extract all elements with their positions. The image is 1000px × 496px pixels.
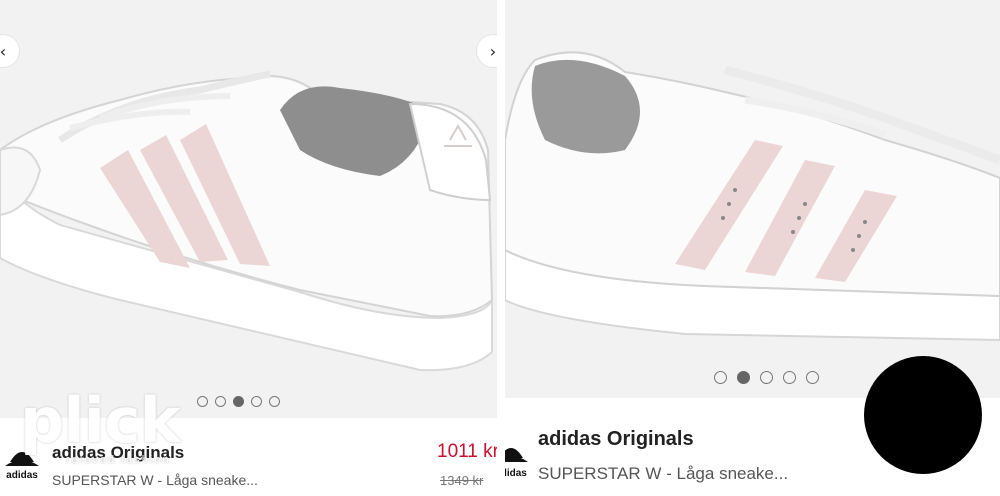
product-image-left[interactable] bbox=[0, 0, 497, 418]
carousel-dot[interactable] bbox=[197, 396, 208, 407]
product-name[interactable]: SUPERSTAR W - Låga sneake... bbox=[538, 464, 788, 484]
plick-watermark: plick reloved fashion bbox=[20, 384, 181, 467]
chevron-left-icon: ‹ bbox=[0, 41, 7, 61]
chevron-right-icon: › bbox=[489, 41, 497, 61]
carousel-dot[interactable] bbox=[806, 371, 819, 384]
original-price: 1349 kr bbox=[440, 473, 484, 488]
sale-price: 1011 kr bbox=[437, 441, 497, 462]
carousel-dot[interactable] bbox=[783, 371, 796, 384]
carousel-dot[interactable] bbox=[714, 371, 727, 384]
watermark-logo: plick bbox=[20, 384, 181, 457]
svg-text:adidas: adidas bbox=[505, 468, 527, 479]
product-name[interactable]: SUPERSTAR W - Låga sneake... bbox=[52, 472, 258, 488]
svg-text:adidas: adidas bbox=[6, 470, 38, 480]
adidas-trefoil-icon: adidas bbox=[505, 448, 528, 479]
carousel-dots[interactable] bbox=[197, 396, 280, 407]
watermark-tagline: reloved fashion bbox=[66, 454, 171, 466]
sneaker-image bbox=[0, 70, 494, 372]
product-image-right[interactable] bbox=[505, 0, 1000, 398]
carousel-dot[interactable] bbox=[269, 396, 280, 407]
sneaker-image bbox=[505, 51, 1000, 342]
brand-name[interactable]: adidas Originals bbox=[538, 428, 694, 451]
carousel-dot-active[interactable] bbox=[737, 371, 750, 384]
redaction-circle bbox=[864, 356, 982, 474]
carousel-dot[interactable] bbox=[760, 371, 773, 384]
carousel-dot[interactable] bbox=[215, 396, 226, 407]
carousel-dot-active[interactable] bbox=[233, 396, 244, 407]
card-divider bbox=[497, 0, 505, 496]
carousel-dots[interactable] bbox=[714, 371, 819, 384]
carousel-dot[interactable] bbox=[251, 396, 262, 407]
